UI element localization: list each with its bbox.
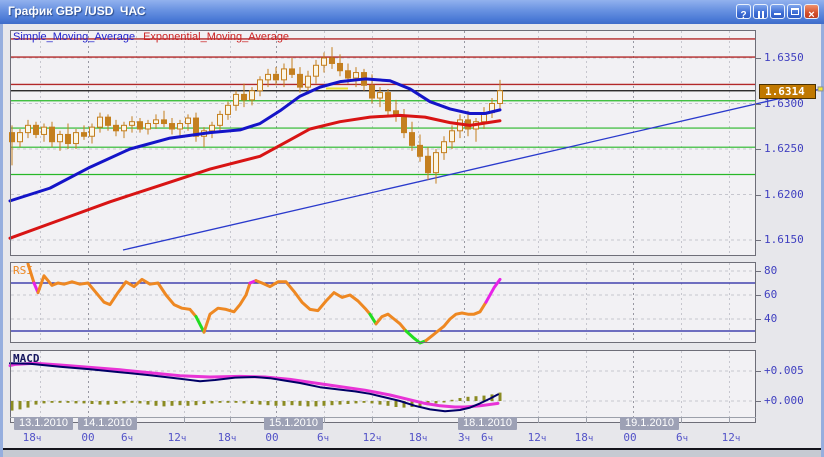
help-icon: ? [740,10,746,21]
help-button[interactable]: ? [736,4,751,19]
window-bottom-border [3,450,821,457]
pause-icon [757,5,765,22]
current-price-tag: 1.6314 [759,84,816,99]
chart-window: График GBP /USD ЧАС ? × Simple_Moving_Av… [0,0,824,457]
window-title: График GBP /USD ЧАС [8,4,146,18]
rsi-label: RSI [13,264,33,277]
minimize-icon [774,13,781,15]
legend-ema[interactable]: Exponential_Moving_Average [143,31,289,43]
legend-sma[interactable]: Simple_Moving_Average [13,31,135,43]
rsi-chart[interactable] [10,262,756,343]
close-button[interactable]: × [804,4,819,19]
pause-button[interactable] [753,4,768,19]
titlebar[interactable]: График GBP /USD ЧАС ? × [0,0,824,24]
price-chart[interactable] [10,30,822,256]
macd-chart[interactable] [10,350,756,423]
close-icon: × [808,9,814,21]
macd-label: MACD [13,352,40,365]
minimize-button[interactable] [770,4,785,19]
indicator-legend: Simple_Moving_Average Exponential_Moving_… [13,31,297,43]
maximize-button[interactable] [787,4,802,19]
maximize-icon [791,8,799,15]
window-left-border [0,24,3,457]
